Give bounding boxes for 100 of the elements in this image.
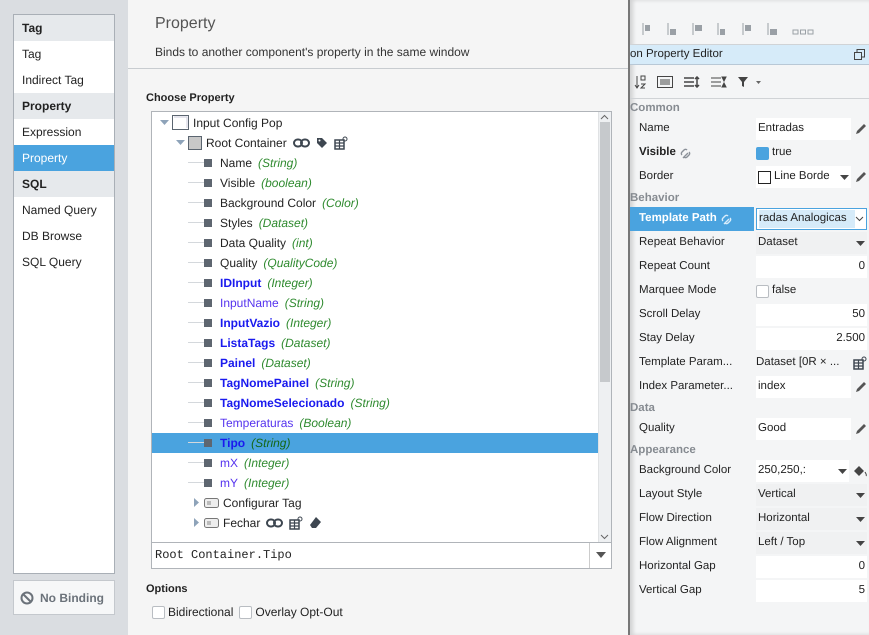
paint-bucket-icon[interactable] bbox=[853, 465, 867, 477]
tree-row[interactable]: mY (Integer) bbox=[152, 472, 598, 492]
list-item[interactable]: SQL Query bbox=[14, 249, 114, 275]
property-square-icon bbox=[204, 338, 212, 346]
tree-row[interactable]: Data Quality (int) bbox=[152, 232, 598, 252]
property-label: Tipo bbox=[220, 434, 246, 452]
property-name[interactable]: Repeat Count bbox=[630, 255, 754, 279]
property-name[interactable]: Template Param... bbox=[630, 351, 754, 375]
tree-row[interactable]: ListaTags (Dataset) bbox=[152, 332, 598, 352]
tag-icon bbox=[316, 136, 328, 148]
property-name[interactable]: Visible bbox=[630, 141, 754, 165]
property-name[interactable]: Name bbox=[630, 117, 754, 141]
tree-row[interactable]: Root Container bbox=[152, 132, 598, 152]
property-square-icon bbox=[204, 438, 212, 446]
tree-row[interactable]: InputVazio (Integer) bbox=[152, 312, 598, 332]
collapse-arrow-icon[interactable] bbox=[160, 118, 168, 127]
scrollbar[interactable] bbox=[598, 112, 611, 542]
text-field[interactable]: index bbox=[756, 376, 851, 398]
text-field[interactable]: Entradas bbox=[756, 118, 851, 140]
dropdown[interactable]: Dataset bbox=[756, 232, 867, 254]
no-entry-icon bbox=[20, 590, 34, 604]
dropdown[interactable]: radas Analogicas bbox=[756, 208, 867, 230]
property-type: (Color) bbox=[322, 194, 359, 212]
scroll-down-icon[interactable] bbox=[599, 532, 610, 542]
dropdown[interactable]: 250,250,: bbox=[756, 460, 849, 482]
list-item[interactable]: Named Query bbox=[14, 197, 114, 223]
dropdown[interactable]: Left / Top bbox=[756, 532, 867, 554]
property-name[interactable]: Stay Delay bbox=[630, 327, 754, 351]
sort-icon[interactable] bbox=[634, 74, 646, 88]
tree-row[interactable]: Name (String) bbox=[152, 152, 598, 172]
tree-row[interactable]: Input Config Pop bbox=[152, 112, 598, 132]
section-header: Common bbox=[630, 101, 681, 116]
no-binding-button[interactable]: No Binding bbox=[13, 580, 115, 615]
property-square-icon bbox=[204, 238, 212, 246]
node-label: Root Container bbox=[206, 134, 287, 152]
dropdown-caret-icon[interactable] bbox=[596, 552, 606, 558]
tree-row[interactable]: Background Color (Color) bbox=[152, 192, 598, 212]
property-name[interactable]: Flow Direction bbox=[630, 507, 754, 531]
tree-row[interactable]: mX (Integer) bbox=[152, 452, 598, 472]
list-item[interactable]: Indirect Tag bbox=[14, 67, 114, 93]
number-field[interactable]: 5 bbox=[756, 580, 867, 602]
property-label: Visible bbox=[220, 174, 256, 192]
dropdown[interactable]: Horizontal bbox=[756, 508, 867, 530]
checkbox-option[interactable]: Overlay Opt-Out bbox=[239, 603, 343, 621]
property-name[interactable]: Vertical Gap bbox=[630, 579, 754, 603]
pencil-icon[interactable] bbox=[855, 423, 867, 435]
filter-icon[interactable] bbox=[738, 76, 762, 88]
tree-row[interactable]: Quality (QualityCode) bbox=[152, 252, 598, 272]
property-name[interactable]: Background Color bbox=[630, 459, 754, 483]
dropdown-caret-icon bbox=[838, 468, 847, 474]
property-label: TagNomeSelecionado bbox=[220, 394, 344, 412]
number-field[interactable]: 0 bbox=[756, 556, 867, 578]
property-name[interactable]: Repeat Behavior bbox=[630, 231, 754, 255]
text-field[interactable]: Good bbox=[756, 418, 851, 440]
expand-all-icon[interactable] bbox=[684, 76, 700, 88]
property-name[interactable]: Layout Style bbox=[630, 483, 754, 507]
property-name[interactable]: Border bbox=[630, 165, 754, 189]
dropdown[interactable]: Vertical bbox=[756, 484, 867, 506]
property-name[interactable]: Horizontal Gap bbox=[630, 555, 754, 579]
pencil-icon[interactable] bbox=[855, 123, 867, 135]
property-name[interactable]: Flow Alignment bbox=[630, 531, 754, 555]
tree-row[interactable]: Fechar bbox=[152, 512, 598, 532]
list-item[interactable]: Tag bbox=[14, 41, 114, 67]
collapse-all-icon[interactable] bbox=[711, 76, 727, 88]
tree-row[interactable]: InputName (String) bbox=[152, 292, 598, 312]
checkbox[interactable]: true bbox=[756, 144, 867, 162]
property-name[interactable]: Quality bbox=[630, 417, 754, 441]
property-square-icon bbox=[204, 198, 212, 206]
tree-row[interactable]: TagNomeSelecionado (String) bbox=[152, 392, 598, 412]
checkbox-option[interactable]: Bidirectional bbox=[152, 603, 234, 621]
expand-arrow-icon[interactable] bbox=[192, 498, 200, 507]
restore-window-icon[interactable] bbox=[854, 49, 865, 60]
list-item[interactable]: Expression bbox=[14, 119, 114, 145]
property-label: Temperaturas bbox=[220, 414, 294, 432]
number-field[interactable]: 50 bbox=[756, 304, 867, 326]
tree-row[interactable]: Styles (Dataset) bbox=[152, 212, 598, 232]
tree-row[interactable]: Painel (Dataset) bbox=[152, 352, 598, 372]
pencil-icon[interactable] bbox=[855, 171, 867, 183]
section-label: Choose Property bbox=[146, 91, 236, 106]
collapse-arrow-icon[interactable] bbox=[176, 138, 184, 147]
number-field[interactable]: 0 bbox=[756, 256, 867, 278]
tree-row[interactable]: Visible (boolean) bbox=[152, 172, 598, 192]
checkbox[interactable]: false bbox=[756, 282, 867, 300]
window-icon bbox=[172, 115, 189, 130]
tree-row[interactable]: TagNomePainel (String) bbox=[152, 372, 598, 392]
property-name[interactable]: Index Parameter... bbox=[630, 375, 754, 399]
property-square-icon bbox=[204, 358, 212, 366]
list-icon[interactable] bbox=[657, 76, 673, 88]
property-label: InputName bbox=[220, 294, 279, 312]
property-name[interactable]: Marquee Mode bbox=[630, 279, 754, 303]
number-field[interactable]: 2.500 bbox=[756, 328, 867, 350]
pencil-icon[interactable] bbox=[855, 381, 867, 393]
tree-row[interactable]: IDInput (Integer) bbox=[152, 272, 598, 292]
list-item[interactable]: DB Browse bbox=[14, 223, 114, 249]
property-path-combo[interactable]: Root Container.Tipo bbox=[151, 542, 612, 568]
expand-arrow-icon[interactable] bbox=[192, 518, 200, 527]
property-name[interactable]: Scroll Delay bbox=[630, 303, 754, 327]
tree-row[interactable]: Temperaturas (Boolean) bbox=[152, 412, 598, 432]
dropdown[interactable]: Line Borde bbox=[756, 166, 851, 188]
tree-row[interactable]: Configurar Tag bbox=[152, 492, 598, 512]
